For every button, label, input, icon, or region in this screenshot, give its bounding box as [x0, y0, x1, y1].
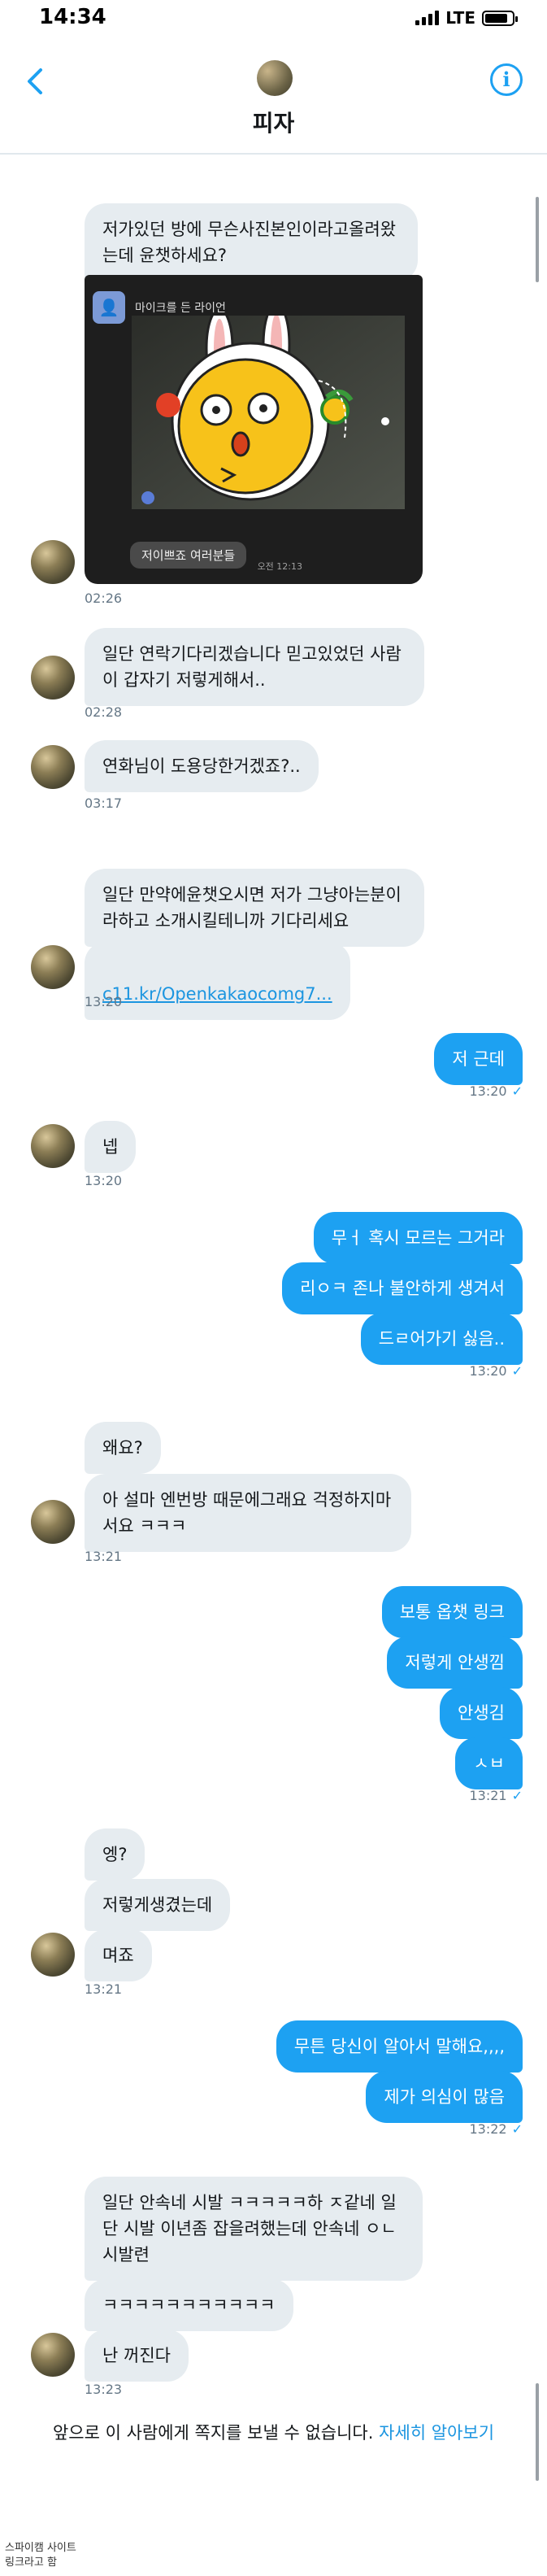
timestamp: 13:20: [85, 1173, 123, 1188]
ryan-character-image: [132, 316, 405, 509]
check-icon: ✓: [511, 1788, 523, 1803]
photo: [132, 316, 405, 509]
outgoing-message[interactable]: 저렇게 안생낌: [387, 1637, 523, 1689]
timestamp: 02:26: [85, 591, 123, 606]
scrollbar[interactable]: [536, 197, 539, 282]
timestamp-text: 13:22: [469, 2121, 507, 2137]
check-icon: ✓: [511, 1083, 523, 1099]
incoming-message[interactable]: 저렇게생겼는데: [85, 1879, 231, 1931]
signal-icon: [415, 11, 440, 25]
battery-icon: [482, 10, 518, 26]
avatar[interactable]: [257, 60, 293, 96]
incoming-message[interactable]: 일단 안속네 시발 ㅋㅋㅋㅋㅋ하 ㅈ같네 일단 시발 이년좀 잡을려했는데 안속…: [85, 2177, 423, 2281]
attachment-time: 오전 12:13: [257, 561, 302, 572]
footer-caption: 스파이캠 사이트 링크라고 함: [5, 2541, 76, 2570]
outgoing-message[interactable]: ㅅㅂ: [455, 1737, 523, 1789]
incoming-message[interactable]: 일단 만약에윤챗오시면 저가 그냥아는분이라하고 소개시킬테니까 기다리세요: [85, 869, 424, 947]
outgoing-message[interactable]: 보통 옵챗 링크: [381, 1586, 523, 1638]
status-bar: 14:34 LTE: [0, 0, 547, 36]
conversation-header: 피자 i: [0, 49, 547, 155]
avatar[interactable]: [31, 945, 75, 989]
incoming-message[interactable]: ㅋㅋㅋㅋㅋㅋㅋㅋㅋㅋㅋ: [85, 2279, 293, 2331]
battery-level: [485, 13, 508, 23]
blocked-notice: 앞으로 이 사람에게 쪽지를 보낼 수 없습니다. 자세히 알아보기: [0, 2420, 547, 2444]
timestamp: 03:17: [85, 795, 123, 811]
openchat-link[interactable]: c11.kr/Openkakaocomg7...: [102, 984, 332, 1004]
outgoing-message[interactable]: 제가 의심이 많음: [366, 2071, 523, 2123]
avatar[interactable]: [31, 540, 75, 584]
footer-line: 링크라고 함: [5, 2556, 57, 2569]
timestamp-text: 13:21: [469, 1788, 507, 1803]
attachment-sender-name: 마이크를 든 라이언: [135, 302, 226, 315]
avatar[interactable]: [31, 2333, 75, 2377]
check-icon: ✓: [511, 2121, 523, 2137]
incoming-message[interactable]: 저가있던 방에 무슨사진본인이라고올려왔는데 윤챗하세요?: [85, 203, 418, 281]
timestamp-text: 13:20: [469, 1083, 507, 1099]
timestamp: 13:21: [85, 1549, 123, 1564]
avatar[interactable]: [31, 1124, 75, 1168]
timestamp-text: 13:20: [469, 1363, 507, 1379]
attachment-caption: 저이쁘죠 여러분들: [130, 542, 247, 569]
info-button[interactable]: i: [490, 63, 523, 96]
person-icon: 👤: [93, 291, 125, 324]
network-label: LTE: [445, 8, 475, 28]
chevron-left-icon: [28, 68, 42, 94]
incoming-message[interactable]: 넵: [85, 1121, 137, 1173]
incoming-message[interactable]: 연화님이 도용당한거겠죠?..: [85, 740, 319, 792]
timestamp: 13:20 ✓: [469, 1083, 523, 1099]
timestamp: 13:22 ✓: [469, 2121, 523, 2137]
check-icon: ✓: [511, 1363, 523, 1379]
avatar[interactable]: [31, 656, 75, 700]
learn-more-link[interactable]: 자세히 알아보기: [379, 2423, 494, 2443]
outgoing-message[interactable]: 드ㄹ어가기 싫음..: [360, 1313, 523, 1365]
page-title: 피자: [252, 110, 295, 137]
incoming-message[interactable]: 며죠: [85, 1929, 152, 1981]
incoming-message[interactable]: 엥?: [85, 1828, 145, 1881]
avatar[interactable]: [31, 1500, 75, 1544]
info-icon: i: [502, 68, 510, 91]
image-attachment[interactable]: 👤 마이크를 든 라이언 저이쁘죠 여러분들 오전 12:13: [85, 275, 423, 584]
outgoing-message[interactable]: 무ㅓ 혹시 모르는 그거라: [313, 1212, 523, 1264]
status-time: 14:34: [39, 5, 106, 29]
timestamp: 13:20 ✓: [469, 1363, 523, 1379]
avatar[interactable]: [31, 1933, 75, 1977]
outgoing-message[interactable]: 안생김: [440, 1687, 523, 1739]
timestamp: 13:20: [85, 994, 123, 1009]
timestamp: 13:21 ✓: [469, 1788, 523, 1803]
timestamp: 13:23: [85, 2382, 123, 2397]
footer-line: 스파이캠 사이트: [5, 2542, 76, 2554]
status-indicators: LTE: [415, 8, 518, 28]
back-button[interactable]: [23, 65, 52, 98]
incoming-link-message[interactable]: c11.kr/Openkakaocomg7...: [85, 942, 350, 1020]
outgoing-message[interactable]: 무튼 당신이 알아서 말해요,,,,: [276, 2020, 523, 2073]
notice-text: 앞으로 이 사람에게 쪽지를 보낼 수 없습니다.: [52, 2423, 374, 2443]
avatar[interactable]: [31, 745, 75, 789]
timestamp: 02:28: [85, 704, 123, 720]
incoming-message[interactable]: 난 꺼진다: [85, 2330, 189, 2382]
outgoing-message[interactable]: 리ㅇㅋ 존나 불안하게 생겨서: [282, 1262, 523, 1314]
outgoing-message[interactable]: 저 근데: [434, 1033, 523, 1085]
incoming-message[interactable]: 아 설마 엔번방 때문에그래요 걱정하지마서요 ㅋㅋㅋ: [85, 1474, 411, 1552]
incoming-message[interactable]: 일단 연락기다리겠습니다 믿고있었던 사람이 갑자기 저렇게해서..: [85, 628, 424, 706]
timestamp: 13:21: [85, 1981, 123, 1997]
incoming-message[interactable]: 왜요?: [85, 1422, 161, 1474]
